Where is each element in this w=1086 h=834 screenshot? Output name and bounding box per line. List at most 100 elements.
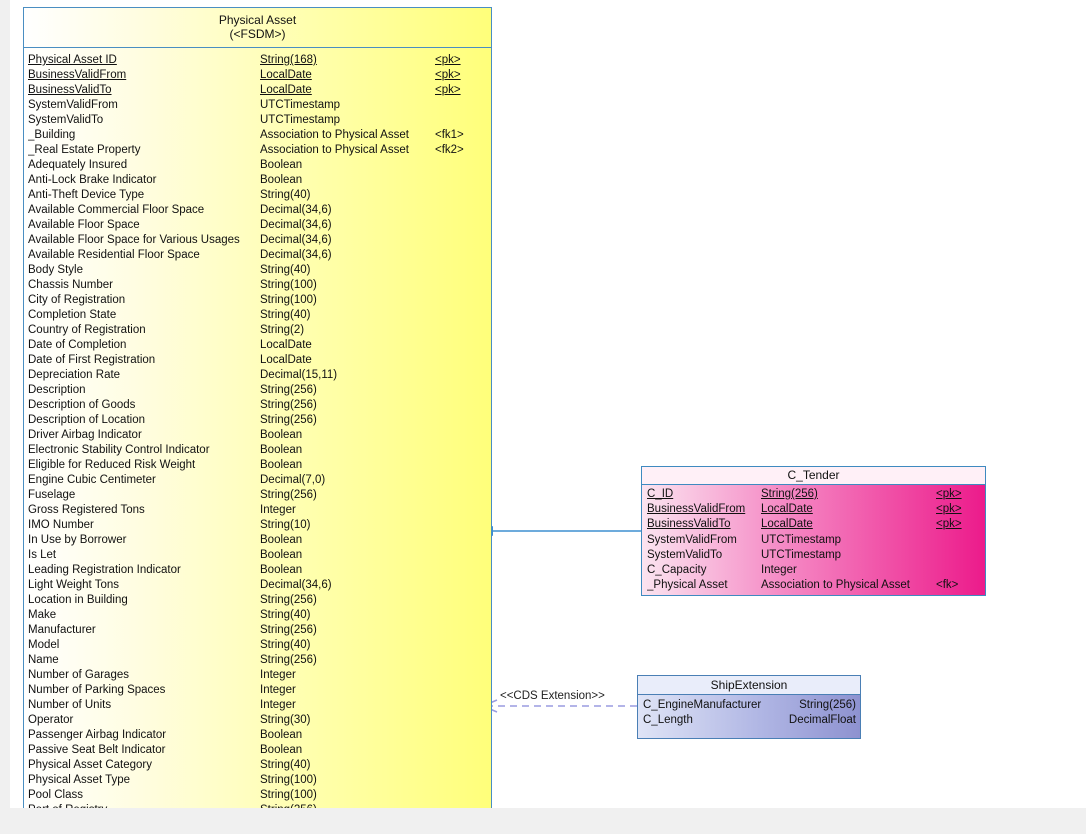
attribute-type: Integer [260, 504, 296, 516]
attribute-key [435, 263, 475, 278]
attribute-key [435, 563, 475, 578]
attribute-name: Passive Seat Belt Indicator [28, 744, 166, 756]
attribute-name: C_EngineManufacturer [643, 699, 762, 711]
attribute-type: String(100) [260, 279, 317, 291]
attribute-type: String(256) [260, 803, 435, 808]
attribute-key: <pk> [435, 69, 461, 81]
attribute-name: Name [28, 654, 59, 666]
entity-stereotype: (<FSDM>) [229, 27, 286, 41]
attribute-name: BusinessValidTo [647, 518, 731, 531]
attribute-key [435, 338, 475, 353]
attribute-type: UTCTimestamp [761, 533, 842, 546]
attribute-key [435, 623, 475, 638]
attribute-type: Integer [260, 669, 296, 681]
attribute-type: Integer [260, 684, 296, 696]
attribute-name: Engine Cubic Centimeter [28, 474, 156, 486]
attribute-type: Boolean [260, 564, 303, 576]
attribute-key: <pk> [936, 518, 962, 531]
attribute-name: Available Floor Space [28, 219, 140, 231]
attribute-type: String(256) [260, 384, 317, 396]
attribute-type: Boolean [260, 429, 303, 441]
attribute-name: BusinessValidTo [28, 84, 112, 96]
attribute-key [435, 383, 475, 398]
attribute-type: Boolean [260, 174, 303, 186]
attribute-key [435, 98, 475, 113]
attribute-key [435, 113, 475, 128]
attribute-key [435, 608, 475, 623]
extension-stereotype-label: <<CDS Extension>> [500, 690, 605, 702]
attribute-type: LocalDate [260, 354, 312, 366]
attribute-type: Boolean [260, 744, 303, 756]
attribute-key [435, 218, 475, 233]
attribute-key [435, 233, 475, 248]
attribute-name: Gross Registered Tons [28, 504, 145, 516]
attribute-name: Light Weight Tons [28, 579, 119, 591]
attribute-name: _Physical Asset [647, 579, 728, 592]
attribute-key [435, 548, 475, 563]
diagram-canvas: <<CDS Extension>> Physical Asset (<FSDM>… [10, 0, 1086, 808]
attribute-type: Association to Physical Asset [260, 144, 409, 156]
attribute-name: BusinessValidFrom [647, 503, 746, 516]
attribute-name: Is Let [28, 549, 57, 561]
entity-title: Physical Asset [218, 13, 297, 27]
attribute-key [435, 668, 475, 683]
attribute-key [435, 593, 475, 608]
attribute-name: C_Capacity [647, 564, 707, 577]
attribute-type: String(40) [260, 189, 311, 201]
attribute-key [435, 173, 475, 188]
attribute-name: Leading Registration Indicator [28, 564, 181, 576]
attribute-type: String(100) [260, 294, 317, 306]
attribute-type: Decimal(34,6) [260, 249, 332, 261]
attribute-type: LocalDate [260, 84, 312, 96]
attribute-type: UTCTimestamp [761, 548, 842, 561]
attribute-key: <pk> [435, 54, 461, 66]
attribute-name: C_ID [647, 488, 674, 500]
attribute-type: Integer [761, 564, 797, 577]
attribute-name: Available Floor Space for Various Usages [28, 234, 240, 246]
attribute-type: Decimal(15,11) [260, 369, 338, 381]
attribute-name: Number of Garages [28, 669, 129, 681]
attribute-name: Anti-Theft Device Type [28, 189, 145, 201]
attribute-key [435, 743, 475, 758]
attribute-key [435, 413, 475, 428]
attribute-name: SystemValidFrom [647, 533, 737, 546]
attribute-name: Number of Units [28, 699, 112, 711]
attribute-type: String(256) [799, 699, 856, 711]
attribute-type: LocalDate [761, 518, 813, 531]
attribute-key [435, 398, 475, 413]
attribute-name: Manufacturer [28, 624, 96, 636]
attribute-key [936, 548, 981, 563]
attribute-name: Physical Asset Category [28, 759, 153, 771]
attribute-key [435, 698, 475, 713]
attribute-key [435, 773, 475, 788]
attribute-name: Fuselage [28, 489, 76, 501]
attribute-key [435, 653, 475, 668]
attribute-key [435, 248, 475, 263]
attribute-name: Chassis Number [28, 279, 113, 291]
ship-extension-entity[interactable]: ShipExtension C_EngineManufacturer String… [637, 675, 861, 739]
attribute-type: Boolean [260, 549, 303, 561]
c-tender-entity[interactable]: C_Tender C_ID String(256) <pk> BusinessVali… [641, 466, 986, 596]
entity-title: C_Tender [642, 467, 985, 485]
attribute-key [435, 578, 475, 593]
attribute-key [435, 683, 475, 698]
physical-asset-entity[interactable]: Physical Asset (<FSDM>) Physical Asset I… [23, 7, 492, 808]
attribute-name: Operator [28, 714, 74, 726]
attribute-type: Boolean [260, 444, 303, 456]
attribute-name: IMO Number [28, 519, 94, 531]
attribute-type: UTCTimestamp [260, 99, 341, 111]
attribute-type: String(256) [260, 399, 317, 411]
attribute-type: String(256) [260, 654, 317, 666]
attribute-type: String(40) [260, 759, 311, 771]
attribute-type: String(10) [260, 519, 311, 531]
attribute-name: Description [28, 384, 86, 396]
attribute-key [435, 308, 475, 323]
attribute-name: C_Length [643, 714, 693, 726]
attribute-name: Location in Building [28, 594, 128, 606]
attribute-key [435, 443, 475, 458]
attribute-name: Depreciation Rate [28, 369, 121, 381]
entity-header: Physical Asset (<FSDM>) [24, 8, 491, 48]
attribute-key: <fk2> [435, 144, 464, 156]
attribute-type: Association to Physical Asset [260, 129, 409, 141]
attribute-name: Number of Parking Spaces [28, 684, 166, 696]
